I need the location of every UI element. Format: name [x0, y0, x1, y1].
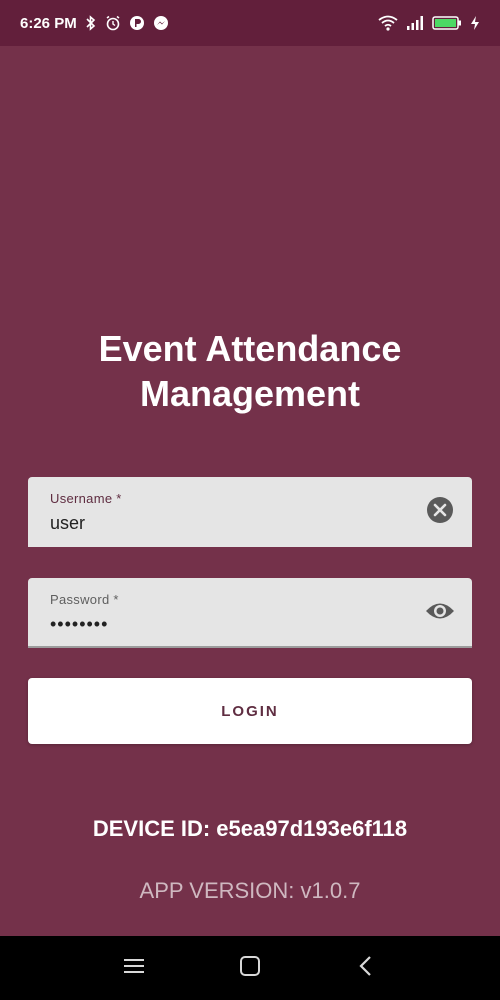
- back-button[interactable]: [349, 951, 383, 985]
- home-icon: [239, 955, 261, 982]
- clear-username-button[interactable]: [426, 496, 454, 529]
- login-button[interactable]: LOGIN: [28, 678, 472, 744]
- password-label: Password *: [50, 592, 119, 607]
- toggle-password-visibility-button[interactable]: [424, 599, 456, 627]
- messenger-icon: [153, 15, 169, 31]
- system-nav-bar: [0, 936, 500, 1000]
- battery-icon: [432, 15, 462, 31]
- app-version: APP VERSION: v1.0.7: [139, 878, 361, 903]
- app-notification-icon: [129, 15, 145, 31]
- charging-icon: [470, 15, 480, 31]
- menu-icon: [123, 957, 145, 980]
- password-value[interactable]: ••••••••: [50, 614, 108, 635]
- recent-apps-button[interactable]: [117, 951, 151, 985]
- username-label: Username *: [50, 491, 122, 506]
- device-id: DEVICE ID: e5ea97d193e6f118: [92, 816, 408, 841]
- status-right: [378, 15, 480, 31]
- alarm-icon: [105, 15, 121, 31]
- page-title: Event Attendance Management: [0, 326, 500, 416]
- status-bar: 6:26 PM: [0, 0, 500, 46]
- status-time: 6:26 PM: [20, 14, 77, 32]
- wifi-icon: [378, 15, 398, 31]
- title-line-2: Management: [139, 373, 361, 414]
- title-line-1: Event Attendance: [98, 328, 402, 369]
- password-underline: [28, 646, 472, 648]
- signal-icon: [406, 15, 424, 31]
- username-field[interactable]: Username * user: [28, 477, 472, 547]
- password-field[interactable]: Password * ••••••••: [28, 578, 472, 648]
- bluetooth-icon: [85, 15, 97, 31]
- back-icon: [357, 955, 375, 982]
- clear-icon: [426, 496, 454, 529]
- status-left: 6:26 PM: [20, 15, 169, 32]
- username-value[interactable]: user: [50, 513, 85, 534]
- home-button[interactable]: [233, 951, 267, 985]
- eye-icon: [424, 600, 456, 627]
